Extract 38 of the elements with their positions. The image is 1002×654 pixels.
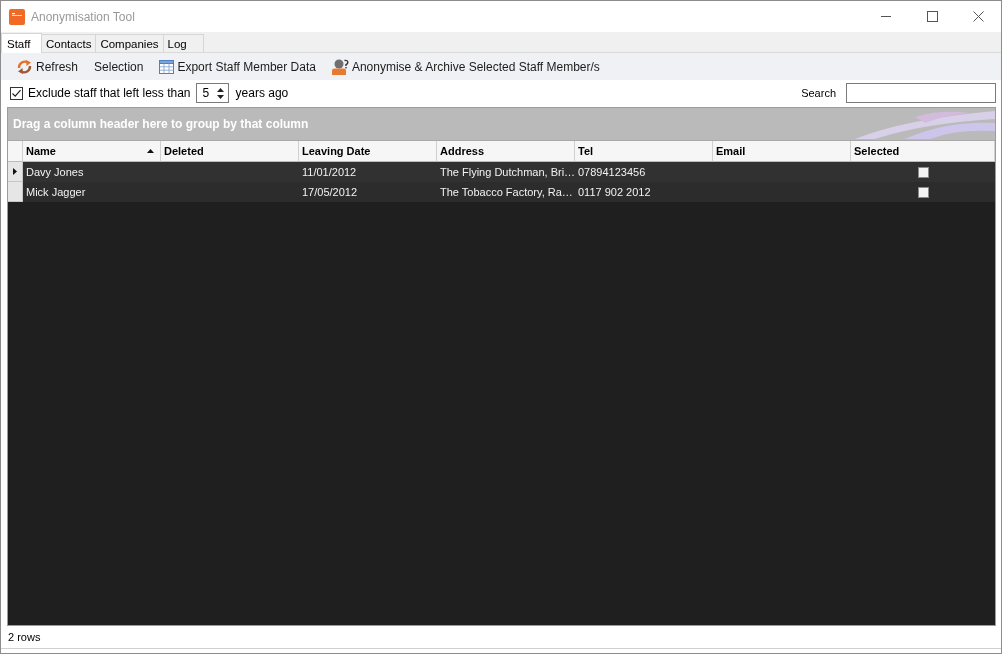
table-row[interactable]: Davy Jones 11/01/2012 The Flying Dutchman, Bri… 07894123456 (8, 162, 995, 182)
up-arrow-icon[interactable] (216, 87, 224, 92)
table-cell-text: 0117 902 2012 (577, 185, 652, 200)
selection-button[interactable]: Selection (90, 56, 148, 77)
refresh-button[interactable]: Refresh (12, 55, 83, 78)
person-icon (331, 58, 349, 75)
row-checkbox[interactable] (918, 166, 929, 178)
refresh-icon (16, 58, 33, 75)
app-logo-icon (9, 8, 25, 25)
window-title: Anonymisation Tool (31, 9, 135, 24)
table-row[interactable]: Mick Jagger 17/05/2012 The Tobacco Factory, Ra… 0117 902 2012 (8, 182, 995, 202)
group-panel-hint: Drag a column header here to group by that column (13, 117, 309, 131)
tab[interactable]: Companies (95, 34, 164, 52)
row-checkbox[interactable] (918, 186, 929, 198)
table-icon (159, 59, 175, 74)
maximize-icon (926, 11, 938, 22)
tab[interactable]: Staff (1, 33, 42, 53)
years-ago-label: years ago (235, 86, 289, 100)
table-cell-text: Mick Jagger (25, 185, 87, 200)
years-spinner[interactable]: 5 (195, 83, 229, 103)
row-count-label: 2 rows (8, 631, 41, 643)
exclude-label: Exclude staff that left less than (28, 86, 191, 100)
table-cell-text: The Tobacco Factory, Ra… (439, 185, 574, 200)
close-icon (972, 11, 984, 22)
minimize-icon (881, 16, 891, 17)
archive-button[interactable]: Anonymise & Archive Selected Staff Member/s (327, 55, 604, 78)
row-indicator (8, 182, 23, 202)
table-cell-text: 07894123456 (577, 165, 647, 180)
table-cell-text: Davy Jones (25, 165, 85, 180)
down-arrow-icon[interactable] (216, 94, 224, 99)
exclude-checkbox[interactable] (10, 86, 23, 100)
table-cell-text: The Flying Dutchman, Bri… (439, 165, 575, 180)
table-cell-text: 11/01/2012 (301, 165, 358, 180)
export-button[interactable]: Export Staff Member Data (155, 56, 320, 77)
tab[interactable]: Log (162, 34, 204, 52)
search-label: Search (801, 87, 836, 99)
table-cell-text: 17/05/2012 (301, 185, 359, 200)
search-field[interactable] (846, 83, 996, 103)
